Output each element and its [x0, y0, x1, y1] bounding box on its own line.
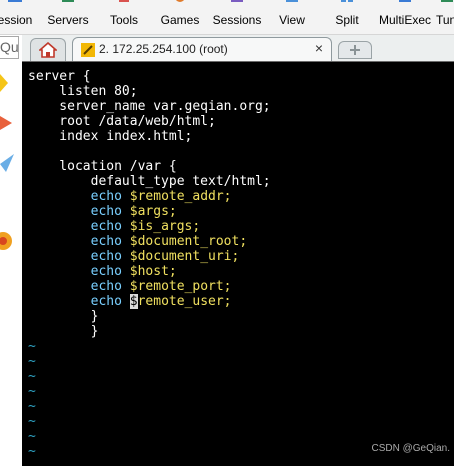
toolbar-tools-button[interactable]: Tools — [104, 0, 144, 34]
code-line: location /var { — [28, 159, 177, 174]
echo-line: echo $remote_user; — [28, 294, 232, 309]
toolbar-session-button[interactable]: ession — [0, 0, 34, 34]
toolbar-label: Sessions — [212, 13, 262, 27]
toolbar-label: Tun — [436, 13, 454, 27]
servers-icon — [62, 0, 74, 2]
toolbar-servers-button[interactable]: Servers — [44, 0, 92, 34]
toolbar-label: Games — [160, 13, 200, 27]
toolbar-label: Split — [335, 13, 359, 27]
session-icon — [8, 0, 22, 2]
echo-line: echo $document_uri; — [28, 249, 240, 264]
toolbar-label: MultiExec — [378, 13, 431, 27]
empty-line-marker: ~ — [28, 354, 36, 369]
echo-variable: $host; — [129, 264, 177, 279]
echo-keyword: echo — [90, 189, 122, 204]
echo-line: echo $args; — [28, 204, 177, 219]
echo-keyword: echo — [90, 294, 122, 309]
tools-icon — [119, 0, 129, 2]
terminal-area[interactable]: server { listen 80; server_name var.geqi… — [22, 61, 454, 466]
toolbar-tunneling-button[interactable]: Tun — [434, 0, 454, 34]
toolbar-split-button[interactable]: Split — [330, 0, 364, 34]
empty-line-marker: ~ — [28, 399, 36, 414]
toolbar-label: Tools — [109, 13, 138, 27]
home-icon — [39, 42, 57, 58]
split-icon — [341, 0, 353, 2]
sessions-icon — [231, 0, 243, 2]
empty-line-marker: ~ — [28, 339, 36, 354]
code-line: listen 80; — [28, 84, 138, 99]
key-icon — [81, 43, 95, 57]
close-tab-icon[interactable]: × — [315, 40, 323, 56]
tools-side-icon[interactable] — [0, 112, 14, 134]
echo-variable: $remote_port; — [129, 279, 232, 294]
echo-variable: $document_uri; — [129, 249, 240, 264]
tab-ssh-session[interactable]: 2. 172.25.254.100 (root) × — [72, 37, 332, 62]
echo-line: echo $remote_addr; — [28, 189, 232, 204]
code-line: server_name var.geqian.org; — [28, 99, 271, 114]
tunneling-icon — [441, 0, 453, 2]
toolbar-multiexec-button[interactable]: MultiExec — [378, 0, 432, 34]
echo-keyword: echo — [90, 249, 122, 264]
tab-title: 2. 172.25.254.100 (root) — [99, 42, 228, 56]
echo-line: echo $document_root; — [28, 234, 248, 249]
code-line: default_type text/html; — [28, 174, 271, 189]
echo-variable: $is_args; — [129, 219, 201, 234]
echo-line: echo $host; — [28, 264, 177, 279]
watermark: CSDN @GeQian. — [371, 443, 450, 454]
games-icon — [176, 0, 184, 2]
empty-line-marker: ~ — [28, 444, 36, 459]
quick-connect-input[interactable]: Qu — [0, 36, 19, 59]
toolbar-view-button[interactable]: View — [274, 0, 310, 34]
left-sidebar — [0, 35, 23, 465]
echo-keyword: echo — [90, 234, 122, 249]
echo-keyword: echo — [90, 264, 122, 279]
empty-line-marker: ~ — [28, 369, 36, 384]
toolbar-label: ession — [0, 13, 33, 27]
echo-line: echo $is_args; — [28, 219, 201, 234]
empty-line-marker: ~ — [28, 414, 36, 429]
send-icon[interactable] — [0, 152, 14, 174]
code-line: server { — [28, 69, 91, 84]
echo-variable: $args; — [129, 204, 177, 219]
empty-line-marker: ~ — [28, 384, 36, 399]
code-line: } — [28, 309, 99, 324]
toolbar-label: View — [279, 13, 305, 27]
echo-variable: $remote_addr; — [129, 189, 232, 204]
multiexec-icon — [399, 0, 411, 2]
empty-line-marker: ~ — [28, 429, 36, 444]
view-icon — [286, 0, 298, 2]
tab-bar: 2. 172.25.254.100 (root) × — [22, 35, 454, 62]
plus-icon — [350, 45, 360, 55]
tab-home[interactable] — [30, 38, 66, 62]
code-line: index index.html; — [28, 129, 193, 144]
toolbar-label: Servers — [47, 13, 89, 27]
echo-keyword: echo — [90, 204, 122, 219]
echo-variable: remote_user; — [137, 294, 232, 309]
echo-variable: $document_root; — [129, 234, 248, 249]
echo-line: echo $remote_port; — [28, 279, 232, 294]
new-tab-button[interactable] — [338, 41, 372, 59]
echo-keyword: echo — [90, 219, 122, 234]
star-icon[interactable] — [0, 72, 14, 94]
code-line: } — [28, 324, 99, 339]
settings-icon[interactable] — [0, 230, 14, 252]
toolbar-games-button[interactable]: Games — [158, 0, 202, 34]
text-cursor: $ — [129, 294, 138, 309]
code-line: root /data/web/html; — [28, 114, 216, 129]
main-toolbar: ession Servers Tools Games Sessions View… — [0, 0, 454, 35]
echo-keyword: echo — [90, 279, 122, 294]
toolbar-sessions-button[interactable]: Sessions — [212, 0, 262, 34]
